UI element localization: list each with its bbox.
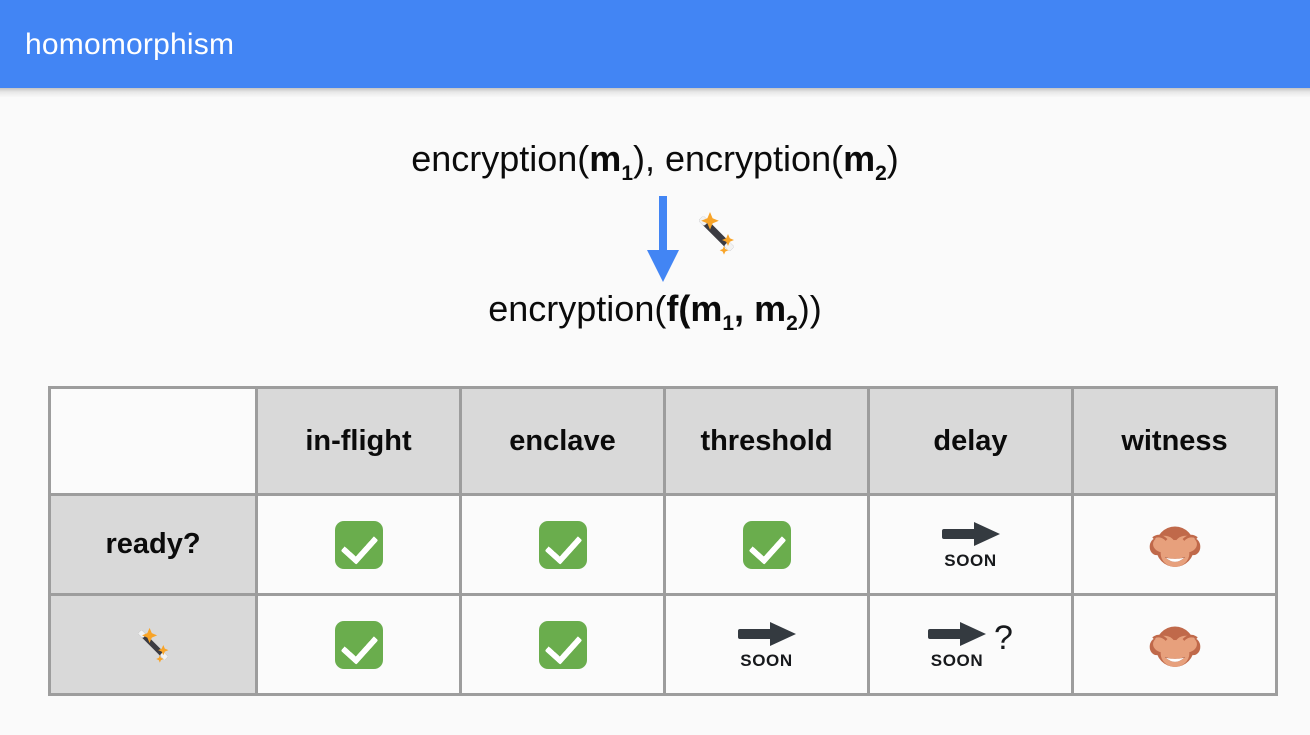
- magic-wand-icon: [138, 627, 169, 663]
- table-row: ready? SOON: [48, 493, 1278, 596]
- cell-ready-in-flight: [255, 493, 462, 596]
- soon-label: SOON: [740, 650, 793, 670]
- status-matrix-table: in-flight enclave threshold delay witnes…: [48, 386, 1278, 696]
- input-formula: encryption(m1), encryption(m2): [0, 138, 1310, 186]
- column-header-delay: delay: [867, 386, 1074, 496]
- output-formula-sub1: 1: [722, 312, 735, 335]
- output-formula-suffix: )): [797, 288, 822, 329]
- column-header-witness: witness: [1071, 386, 1278, 496]
- row-label-ready: ready?: [48, 493, 258, 596]
- cell-ready-enclave: [459, 493, 666, 596]
- check-mark-icon: [538, 620, 587, 669]
- input-formula-m1: m: [589, 138, 622, 179]
- soon-label: SOON: [930, 650, 984, 670]
- soon-arrow-icon: [941, 521, 1000, 546]
- column-header-in-flight: in-flight: [255, 386, 462, 496]
- see-no-evil-monkey-icon: [1149, 525, 1200, 567]
- question-mark-label: ?: [994, 619, 1013, 657]
- check-mark-icon: [538, 520, 587, 569]
- cell-ready-witness: [1071, 493, 1278, 596]
- input-formula-middle: ), encryption(: [633, 138, 844, 179]
- output-formula-open: (: [678, 288, 691, 329]
- row-label-wand: [48, 593, 258, 696]
- output-formula-m2: m: [754, 288, 787, 329]
- check-mark-icon: [742, 520, 791, 569]
- soon-arrow-icon: [928, 621, 987, 646]
- cell-wand-threshold: SOON: [663, 593, 870, 696]
- cell-ready-delay: SOON: [867, 493, 1074, 596]
- input-formula-sub2: 2: [875, 162, 887, 185]
- check-mark-icon: [334, 520, 383, 569]
- down-arrow-icon: [647, 196, 679, 282]
- transform-row: [0, 196, 1310, 286]
- output-formula: encryption(f(m1, m2)): [0, 288, 1310, 336]
- output-formula-sub2: 2: [786, 312, 798, 335]
- check-mark-icon: [334, 620, 383, 669]
- cell-wand-witness: [1071, 593, 1278, 696]
- output-formula-m1: m: [690, 288, 723, 329]
- input-formula-suffix: ): [886, 138, 899, 179]
- table-header-row: in-flight enclave threshold delay witnes…: [48, 386, 1278, 496]
- cell-ready-threshold: [663, 493, 870, 596]
- output-formula-prefix: encryption(: [488, 288, 667, 329]
- table-corner-cell: [48, 386, 258, 496]
- cell-wand-delay: SOON ?: [867, 593, 1074, 696]
- table-row: SOON SOON ?: [48, 593, 1278, 696]
- page-title: homomorphism: [25, 28, 235, 61]
- soon-label: SOON: [944, 550, 997, 570]
- input-formula-m2: m: [843, 138, 876, 179]
- column-header-enclave: enclave: [459, 386, 666, 496]
- app-header-bar: homomorphism: [0, 0, 1310, 88]
- cell-wand-enclave: [459, 593, 666, 696]
- header-shadow: [0, 88, 1310, 97]
- input-formula-sub1: 1: [621, 162, 633, 185]
- cell-wand-in-flight: [255, 593, 462, 696]
- output-formula-f: f: [666, 288, 679, 329]
- see-no-evil-monkey-icon: [1149, 625, 1200, 667]
- column-header-threshold: threshold: [663, 386, 870, 496]
- input-formula-prefix: encryption(: [411, 138, 590, 179]
- output-formula-comma: ,: [734, 288, 755, 329]
- soon-arrow-icon: [737, 621, 796, 646]
- magic-wand-icon: [699, 212, 734, 255]
